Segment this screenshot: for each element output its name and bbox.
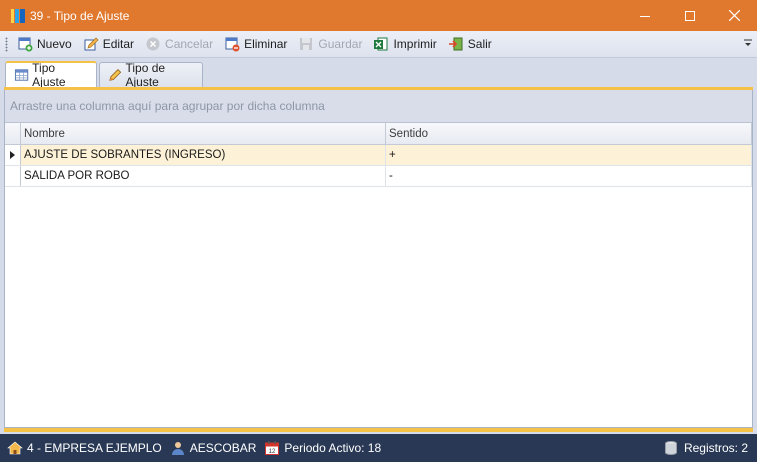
editar-label: Editar xyxy=(102,37,135,51)
row-indicator-header xyxy=(5,123,21,144)
column-header-nombre[interactable]: Nombre xyxy=(21,123,386,144)
cell-sentido[interactable]: + xyxy=(386,145,752,165)
grid-header: Nombre Sentido xyxy=(5,123,752,145)
close-icon xyxy=(729,10,740,21)
cancelar-button[interactable]: Cancelar xyxy=(141,33,219,55)
cell-nombre[interactable]: SALIDA POR ROBO xyxy=(21,166,386,186)
new-document-icon xyxy=(18,37,33,52)
cancel-icon xyxy=(146,37,160,51)
salir-button[interactable]: Salir xyxy=(444,33,498,55)
excel-print-icon xyxy=(374,37,388,51)
table-row[interactable]: AJUSTE DE SOBRANTES (INGRESO) + xyxy=(5,145,752,166)
save-disk-icon xyxy=(300,38,313,50)
imprimir-label: Imprimir xyxy=(393,37,437,51)
svg-text:12: 12 xyxy=(269,449,276,455)
toolbar-grip[interactable] xyxy=(5,36,8,52)
eliminar-button[interactable]: Eliminar xyxy=(220,33,293,55)
tab-label: Tipo Ajuste xyxy=(32,61,66,89)
group-by-panel[interactable]: Arrastre una columna aquí para agrupar p… xyxy=(5,90,752,123)
cancelar-label: Cancelar xyxy=(165,37,214,51)
editar-button[interactable]: Editar xyxy=(79,33,140,55)
toolbar: Nuevo Editar Cancelar Eliminar Guardar I… xyxy=(0,31,757,58)
nuevo-label: Nuevo xyxy=(37,37,72,51)
exit-icon xyxy=(448,37,463,51)
calendar-icon: 12 xyxy=(265,441,280,455)
database-icon xyxy=(664,441,677,456)
group-hint-text: Arrastre una columna aquí para agrupar p… xyxy=(10,99,325,113)
tab-tipo-de-ajuste-form[interactable]: Tipo de Ajuste xyxy=(99,61,203,89)
salir-label: Salir xyxy=(467,37,492,51)
guardar-label: Guardar xyxy=(318,37,363,51)
user-icon xyxy=(171,442,184,455)
window-title: 39 - Tipo de Ajuste xyxy=(30,8,130,23)
maximize-button[interactable] xyxy=(667,0,712,31)
cell-sentido[interactable]: - xyxy=(386,166,752,186)
home-icon xyxy=(7,441,23,455)
status-registros: Registros: 2 xyxy=(664,434,748,462)
imprimir-button[interactable]: Imprimir xyxy=(369,33,442,55)
status-periodo: 12 Periodo Activo: 18 xyxy=(264,440,381,456)
current-row-arrow-icon xyxy=(10,151,15,159)
delete-document-icon xyxy=(225,37,240,52)
tab-tipo-ajuste-grid[interactable]: Tipo Ajuste xyxy=(5,61,97,89)
maximize-icon xyxy=(684,10,695,21)
tab-strip: Tipo Ajuste Tipo de Ajuste xyxy=(0,58,757,89)
status-usuario: AESCOBAR xyxy=(170,440,256,456)
table-row[interactable]: SALIDA POR ROBO - xyxy=(5,166,752,187)
column-header-sentido[interactable]: Sentido xyxy=(386,123,752,144)
nuevo-button[interactable]: Nuevo xyxy=(13,33,78,55)
title-bar[interactable]: 39 - Tipo de Ajuste xyxy=(0,0,757,31)
status-bar: 4 - EMPRESA EJEMPLO AESCOBAR 12 Periodo … xyxy=(0,434,757,462)
edit-pencil-icon xyxy=(109,69,122,81)
minimize-icon xyxy=(639,15,650,17)
guardar-button[interactable]: Guardar xyxy=(294,33,368,55)
row-indicator xyxy=(5,145,21,165)
row-indicator xyxy=(5,166,21,186)
app-logo-icon xyxy=(11,8,25,23)
grid-panel: Arrastre una columna aquí para agrupar p… xyxy=(4,90,753,428)
close-button[interactable] xyxy=(712,0,757,31)
table-icon xyxy=(14,69,29,81)
edit-pencil-icon xyxy=(84,37,99,51)
eliminar-label: Eliminar xyxy=(244,37,288,51)
tab-label: Tipo de Ajuste xyxy=(125,61,166,89)
toolbar-overflow-icon[interactable] xyxy=(744,39,752,47)
minimize-button[interactable] xyxy=(622,0,667,31)
status-empresa: 4 - EMPRESA EJEMPLO xyxy=(7,440,162,456)
cell-nombre[interactable]: AJUSTE DE SOBRANTES (INGRESO) xyxy=(21,145,386,165)
